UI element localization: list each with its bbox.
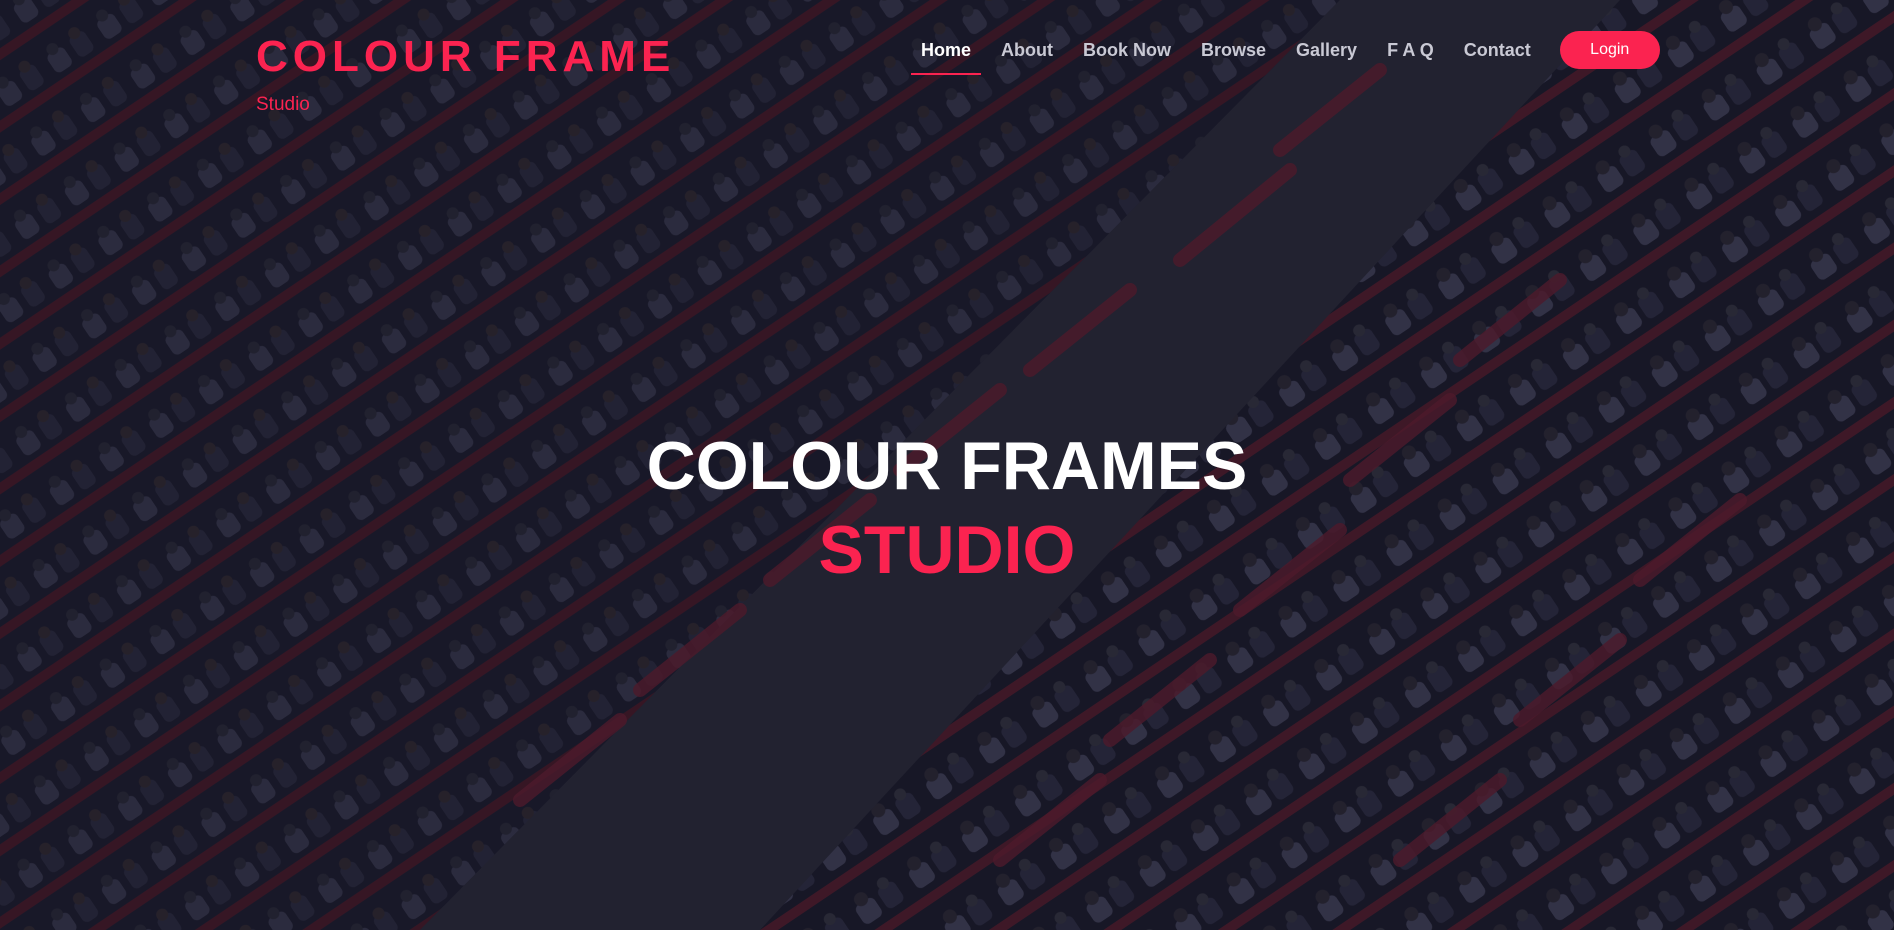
hero-section: COLOUR FRAME Studio Home About Book Now … [0,0,1894,930]
logo-title: COLOUR FRAME [256,32,676,81]
nav-about[interactable]: About [1001,40,1053,61]
nav-faq[interactable]: F A Q [1387,40,1434,61]
nav-gallery[interactable]: Gallery [1296,40,1357,61]
main-nav: Home About Book Now Browse Gallery F A Q… [906,30,1660,75]
hero-subtitle: STUDIO [818,512,1076,588]
nav-home[interactable]: Home [910,40,982,75]
nav-contact[interactable]: Contact [1464,40,1531,61]
logo-subtitle: Studio [256,94,310,115]
hero-title: COLOUR FRAMES [646,428,1248,504]
site-logo[interactable]: COLOUR FRAME Studio [256,30,675,116]
nav-book-now[interactable]: Book Now [1083,40,1171,61]
login-button[interactable]: Login [1559,31,1660,69]
nav-browse[interactable]: Browse [1201,40,1266,61]
